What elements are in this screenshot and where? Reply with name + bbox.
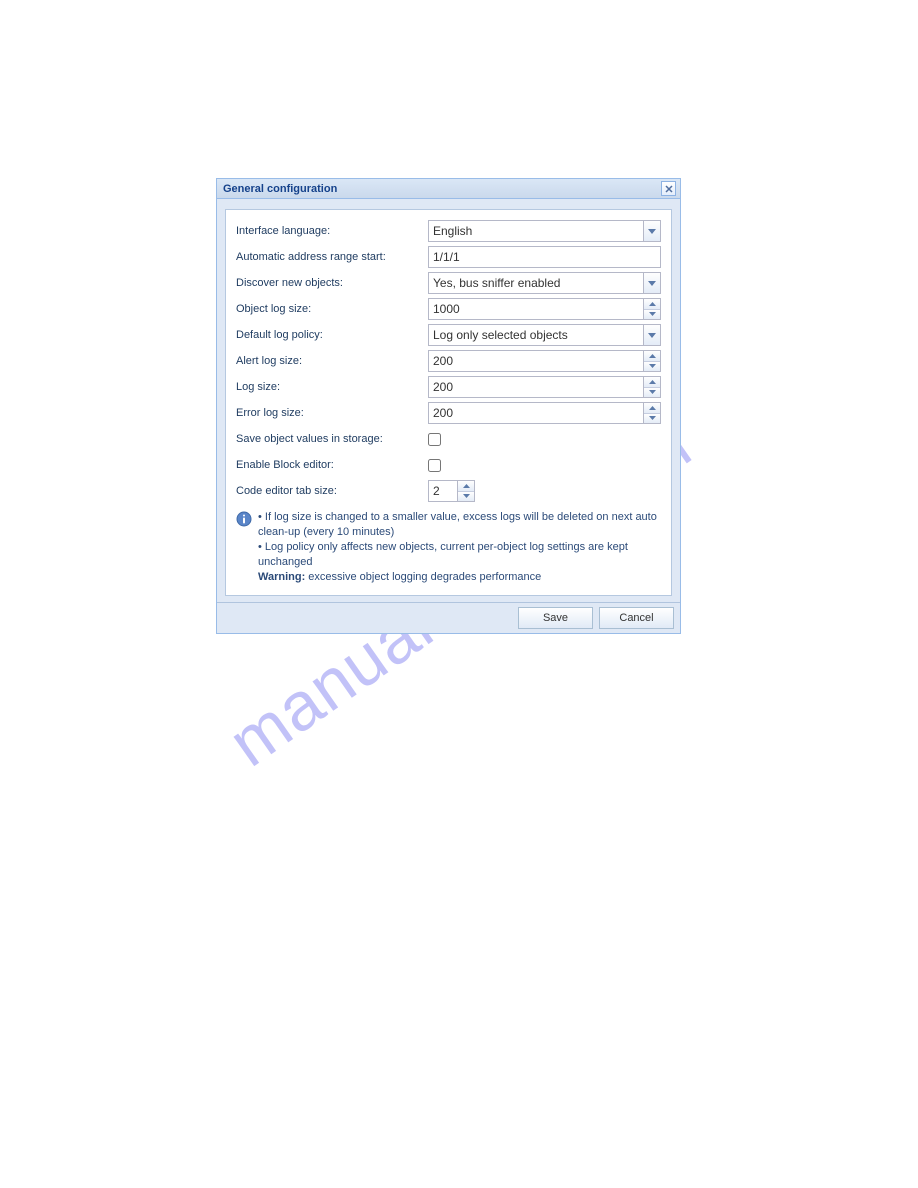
info-line2: • Log policy only affects new objects, c… <box>258 541 628 568</box>
interface-language-select[interactable] <box>428 220 644 242</box>
label-tab-size: Code editor tab size: <box>236 485 428 497</box>
log-size-input[interactable] <box>428 376 644 398</box>
general-config-dialog: General configuration Interface language… <box>216 178 681 634</box>
save-storage-checkbox[interactable] <box>428 433 441 446</box>
label-object-log-size: Object log size: <box>236 303 428 315</box>
label-auto-addr-start: Automatic address range start: <box>236 251 428 263</box>
chevron-down-icon[interactable] <box>644 362 660 372</box>
tab-size-spinner[interactable] <box>458 480 475 502</box>
alert-log-size-spinner[interactable] <box>644 350 661 372</box>
chevron-down-icon[interactable] <box>644 220 661 242</box>
enable-block-checkbox[interactable] <box>428 459 441 472</box>
error-log-size-spinner[interactable] <box>644 402 661 424</box>
chevron-down-icon[interactable] <box>644 324 661 346</box>
label-save-storage: Save object values in storage: <box>236 433 428 445</box>
chevron-down-icon[interactable] <box>644 272 661 294</box>
chevron-up-icon[interactable] <box>458 481 474 492</box>
save-button[interactable]: Save <box>518 607 593 629</box>
chevron-up-icon[interactable] <box>644 299 660 310</box>
dialog-title: General configuration <box>223 183 337 195</box>
info-line1: • If log size is changed to a smaller va… <box>258 511 657 538</box>
cancel-button[interactable]: Cancel <box>599 607 674 629</box>
alert-log-size-input[interactable] <box>428 350 644 372</box>
form-panel: Interface language: Automatic address ra… <box>225 209 672 596</box>
label-enable-block: Enable Block editor: <box>236 459 428 471</box>
info-warning-text: excessive object logging degrades perfor… <box>305 571 541 583</box>
row-interface-language: Interface language: <box>236 220 661 242</box>
tab-size-input[interactable] <box>428 480 458 502</box>
row-discover: Discover new objects: <box>236 272 661 294</box>
row-object-log-size: Object log size: <box>236 298 661 320</box>
object-log-size-input[interactable] <box>428 298 644 320</box>
chevron-up-icon[interactable] <box>644 351 660 362</box>
row-error-log-size: Error log size: <box>236 402 661 424</box>
chevron-down-icon[interactable] <box>644 310 660 320</box>
label-log-size: Log size: <box>236 381 428 393</box>
label-default-log-policy: Default log policy: <box>236 329 428 341</box>
chevron-down-icon[interactable] <box>458 492 474 502</box>
label-alert-log-size: Alert log size: <box>236 355 428 367</box>
chevron-up-icon[interactable] <box>644 377 660 388</box>
label-error-log-size: Error log size: <box>236 407 428 419</box>
chevron-down-icon[interactable] <box>644 388 660 398</box>
row-alert-log-size: Alert log size: <box>236 350 661 372</box>
default-log-policy-select[interactable] <box>428 324 644 346</box>
label-interface-language: Interface language: <box>236 225 428 237</box>
object-log-size-spinner[interactable] <box>644 298 661 320</box>
auto-addr-start-input[interactable] <box>428 246 661 268</box>
row-save-storage: Save object values in storage: <box>236 428 661 450</box>
discover-select[interactable] <box>428 272 644 294</box>
dialog-titlebar: General configuration <box>217 179 680 199</box>
log-size-spinner[interactable] <box>644 376 661 398</box>
chevron-down-icon[interactable] <box>644 414 660 424</box>
row-auto-addr-start: Automatic address range start: <box>236 246 661 268</box>
row-enable-block: Enable Block editor: <box>236 454 661 476</box>
info-icon <box>236 511 252 527</box>
info-warning-label: Warning: <box>258 571 305 583</box>
label-discover: Discover new objects: <box>236 277 428 289</box>
row-default-log-policy: Default log policy: <box>236 324 661 346</box>
error-log-size-input[interactable] <box>428 402 644 424</box>
chevron-up-icon[interactable] <box>644 403 660 414</box>
dialog-button-bar: Save Cancel <box>217 602 680 633</box>
row-tab-size: Code editor tab size: <box>236 480 661 502</box>
dialog-body: Interface language: Automatic address ra… <box>217 199 680 602</box>
row-log-size: Log size: <box>236 376 661 398</box>
info-text: • If log size is changed to a smaller va… <box>258 510 661 585</box>
info-block: • If log size is changed to a smaller va… <box>236 508 661 589</box>
close-icon[interactable] <box>661 181 676 196</box>
